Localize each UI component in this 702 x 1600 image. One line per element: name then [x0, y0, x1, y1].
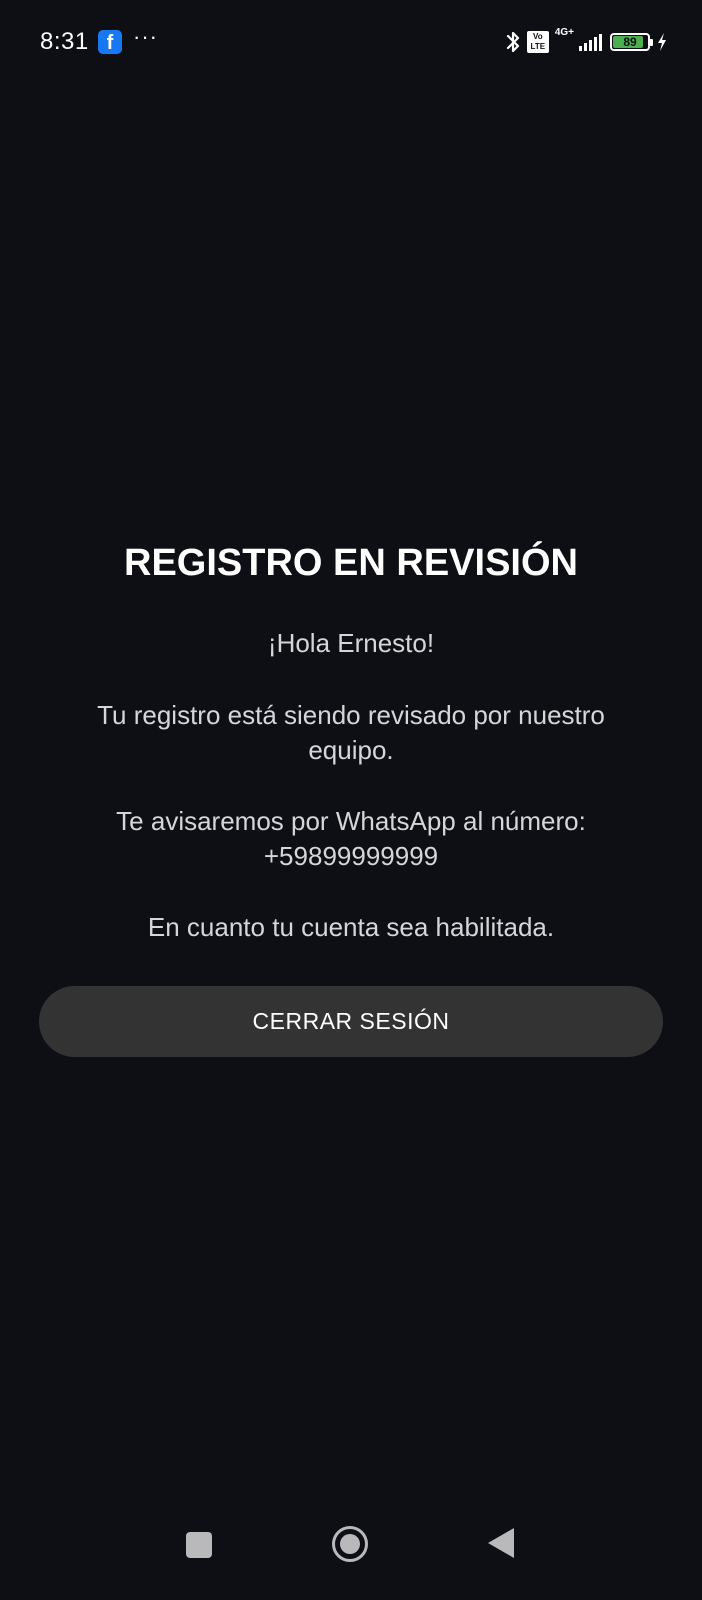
system-icons: Vo LTE 4G+ 89: [505, 28, 668, 56]
page-title: REGISTRO EN REVISIÓN: [124, 542, 578, 584]
recents-square-icon[interactable]: [186, 1532, 212, 1558]
home-circle-icon[interactable]: [332, 1526, 368, 1562]
logout-button[interactable]: CERRAR SESIÓN: [39, 986, 663, 1057]
enabled-message: En cuanto tu cuenta sea habilitada.: [147, 912, 555, 942]
volte-bottom-label: LTE: [530, 42, 546, 51]
back-triangle-icon[interactable]: [488, 1528, 514, 1558]
charging-icon: [656, 32, 668, 52]
facebook-icon: f: [98, 30, 122, 54]
whatsapp-message-text: Te avisaremos por WhatsApp al número:: [116, 806, 586, 836]
volte-icon: Vo LTE: [526, 31, 549, 53]
navigation-bar: [0, 1520, 702, 1600]
greeting-text: ¡Hola Ernesto!: [267, 628, 435, 658]
review-content: REGISTRO EN REVISIÓN ¡Hola Ernesto! Tu r…: [0, 540, 702, 945]
screen: 8:31 f ··· Vo LTE 4G+ 89 REGISTRO EN REV…: [0, 0, 702, 1600]
signal-icon: [578, 32, 604, 52]
more-dots-icon: ···: [133, 24, 158, 49]
battery-icon: 89: [610, 33, 653, 51]
network-label: 4G+: [554, 27, 574, 38]
status-time: 8:31: [40, 28, 89, 55]
battery-level: 89: [623, 35, 637, 49]
bluetooth-icon: [505, 30, 521, 54]
whatsapp-message: Te avisaremos por WhatsApp al número: +5…: [51, 804, 651, 874]
status-bar: 8:31 f ··· Vo LTE 4G+ 89: [0, 0, 702, 84]
review-message: Tu registro está siendo revisado por nue…: [97, 700, 605, 765]
volte-top-label: Vo: [532, 32, 543, 41]
battery-tip: [650, 39, 653, 46]
phone-number: +59899999999: [263, 841, 439, 871]
